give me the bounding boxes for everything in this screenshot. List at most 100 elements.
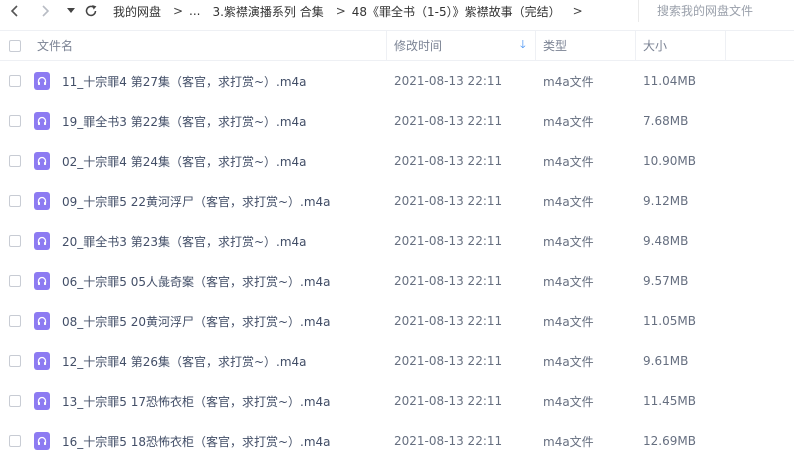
row-checkbox-wrap bbox=[9, 421, 21, 461]
audio-file-icon bbox=[34, 432, 50, 450]
file-size: 9.48MB bbox=[643, 234, 689, 248]
audio-file-icon bbox=[34, 72, 50, 90]
row-checkbox[interactable] bbox=[9, 395, 21, 407]
file-modified-time: 2021-08-13 22:11 bbox=[394, 274, 503, 288]
chevron-left-icon bbox=[10, 5, 18, 17]
row-checkbox[interactable] bbox=[9, 75, 21, 87]
audio-file-icon-wrap bbox=[34, 181, 50, 221]
file-list: 11_十宗罪4 第27集（客官，求打赏~）.m4a 2021-08-13 22:… bbox=[0, 61, 794, 461]
audio-file-icon bbox=[34, 232, 50, 250]
select-all-checkbox[interactable] bbox=[9, 39, 21, 52]
row-checkbox[interactable] bbox=[9, 235, 21, 247]
file-type: m4a文件 bbox=[543, 434, 594, 449]
file-modified-time: 2021-08-13 22:11 bbox=[394, 234, 503, 248]
file-row[interactable]: 16_十宗罪5 18恐怖衣柜（客官，求打赏~）.m4a 2021-08-13 2… bbox=[0, 421, 794, 461]
file-modified-time: 2021-08-13 22:11 bbox=[394, 74, 503, 88]
column-divider bbox=[535, 31, 536, 60]
file-type: m4a文件 bbox=[543, 274, 594, 289]
file-row[interactable]: 20_罪全书3 第23集（客官，求打赏~）.m4a 2021-08-13 22:… bbox=[0, 221, 794, 261]
file-row[interactable]: 06_十宗罪5 05人彘奇案（客官，求打赏~）.m4a 2021-08-13 2… bbox=[0, 261, 794, 301]
audio-file-icon-wrap bbox=[34, 381, 50, 421]
file-row[interactable]: 02_十宗罪4 第24集（客官，求打赏~）.m4a 2021-08-13 22:… bbox=[0, 141, 794, 181]
search-box bbox=[638, 0, 794, 22]
file-type: m4a文件 bbox=[543, 194, 594, 209]
sort-desc-arrow-icon[interactable]: 🡓 bbox=[520, 31, 526, 60]
file-name[interactable]: 02_十宗罪4 第24集（客官，求打赏~）.m4a bbox=[62, 141, 307, 181]
audio-file-icon-wrap bbox=[34, 61, 50, 101]
audio-file-icon-wrap bbox=[34, 341, 50, 381]
file-name[interactable]: 09_十宗罪5 22黄河浮尸（客官，求打赏~）.m4a bbox=[62, 181, 331, 221]
column-header-time[interactable]: 修改时间 bbox=[394, 31, 442, 60]
file-row[interactable]: 08_十宗罪5 20黄河浮尸（客官，求打赏~）.m4a 2021-08-13 2… bbox=[0, 301, 794, 341]
audio-file-icon bbox=[34, 152, 50, 170]
row-checkbox-wrap bbox=[9, 261, 21, 301]
row-checkbox-wrap bbox=[9, 141, 21, 181]
file-name[interactable]: 20_罪全书3 第23集（客官，求打赏~）.m4a bbox=[62, 221, 307, 261]
search-input[interactable] bbox=[657, 4, 787, 18]
breadcrumb-item-ellipsis[interactable]: ... bbox=[189, 4, 200, 18]
file-name[interactable]: 08_十宗罪5 20黄河浮尸（客官，求打赏~）.m4a bbox=[62, 301, 331, 341]
audio-file-icon bbox=[34, 392, 50, 410]
chevron-right-icon bbox=[42, 5, 50, 17]
row-checkbox-wrap bbox=[9, 381, 21, 421]
file-row[interactable]: 19_罪全书3 第22集（客官，求打赏~）.m4a 2021-08-13 22:… bbox=[0, 101, 794, 141]
breadcrumb-item-root[interactable]: 我的网盘 bbox=[113, 3, 161, 20]
row-checkbox[interactable] bbox=[9, 275, 21, 287]
file-size: 10.90MB bbox=[643, 154, 696, 168]
breadcrumb-separator-icon: > bbox=[335, 4, 346, 18]
file-modified-time: 2021-08-13 22:11 bbox=[394, 114, 503, 128]
file-modified-time: 2021-08-13 22:11 bbox=[394, 434, 503, 448]
file-name[interactable]: 11_十宗罪4 第27集（客官，求打赏~）.m4a bbox=[62, 61, 307, 101]
audio-file-icon-wrap bbox=[34, 141, 50, 181]
file-size: 9.57MB bbox=[643, 274, 689, 288]
file-name[interactable]: 16_十宗罪5 18恐怖衣柜（客官，求打赏~）.m4a bbox=[62, 421, 331, 461]
file-size: 12.69MB bbox=[643, 434, 696, 448]
row-checkbox-wrap bbox=[9, 341, 21, 381]
row-checkbox[interactable] bbox=[9, 435, 21, 447]
file-modified-time: 2021-08-13 22:11 bbox=[394, 194, 503, 208]
refresh-icon bbox=[85, 5, 97, 17]
row-checkbox[interactable] bbox=[9, 195, 21, 207]
file-size: 7.68MB bbox=[643, 114, 689, 128]
breadcrumb-separator-icon: > bbox=[173, 4, 184, 18]
breadcrumb-item-current[interactable]: 48《罪全书（1-5）》紫襟故事（完结） bbox=[352, 3, 561, 20]
file-modified-time: 2021-08-13 22:11 bbox=[394, 354, 503, 368]
row-checkbox-wrap bbox=[9, 181, 21, 221]
column-header-name[interactable]: 文件名 bbox=[37, 31, 73, 60]
row-checkbox-wrap bbox=[9, 301, 21, 341]
back-button[interactable] bbox=[6, 2, 24, 20]
audio-file-icon bbox=[34, 312, 50, 330]
file-row[interactable]: 11_十宗罪4 第27集（客官，求打赏~）.m4a 2021-08-13 22:… bbox=[0, 61, 794, 101]
top-bar: 我的网盘 > ... > 3.紫襟演播系列 合集 > 48《罪全书（1-5）》紫… bbox=[0, 0, 794, 22]
file-row[interactable]: 12_十宗罪4 第26集（客官，求打赏~）.m4a 2021-08-13 22:… bbox=[0, 341, 794, 381]
file-type: m4a文件 bbox=[543, 234, 594, 249]
file-size: 9.61MB bbox=[643, 354, 689, 368]
file-modified-time: 2021-08-13 22:11 bbox=[394, 154, 503, 168]
file-row[interactable]: 09_十宗罪5 22黄河浮尸（客官，求打赏~）.m4a 2021-08-13 2… bbox=[0, 181, 794, 221]
history-dropdown-button[interactable] bbox=[62, 2, 80, 20]
audio-file-icon bbox=[34, 112, 50, 130]
file-name[interactable]: 13_十宗罪5 17恐怖衣柜（客官，求打赏~）.m4a bbox=[62, 381, 331, 421]
file-name[interactable]: 06_十宗罪5 05人彘奇案（客官，求打赏~）.m4a bbox=[62, 261, 331, 301]
audio-file-icon-wrap bbox=[34, 101, 50, 141]
file-size: 11.45MB bbox=[643, 394, 696, 408]
row-checkbox[interactable] bbox=[9, 315, 21, 327]
breadcrumb-item-collection[interactable]: 3.紫襟演播系列 合集 bbox=[212, 3, 323, 20]
column-divider bbox=[386, 31, 387, 60]
forward-button[interactable] bbox=[36, 2, 54, 20]
row-checkbox[interactable] bbox=[9, 155, 21, 167]
audio-file-icon-wrap bbox=[34, 261, 50, 301]
file-modified-time: 2021-08-13 22:11 bbox=[394, 314, 503, 328]
file-row[interactable]: 13_十宗罪5 17恐怖衣柜（客官，求打赏~）.m4a 2021-08-13 2… bbox=[0, 381, 794, 421]
file-name[interactable]: 12_十宗罪4 第26集（客官，求打赏~）.m4a bbox=[62, 341, 307, 381]
column-header-type[interactable]: 类型 bbox=[543, 31, 567, 60]
column-header-size[interactable]: 大小 bbox=[643, 31, 667, 60]
column-divider bbox=[725, 31, 726, 60]
audio-file-icon bbox=[34, 352, 50, 370]
refresh-button[interactable] bbox=[82, 2, 100, 20]
row-checkbox[interactable] bbox=[9, 115, 21, 127]
file-list-header: 文件名 修改时间 🡓 类型 大小 bbox=[0, 30, 794, 61]
row-checkbox-wrap bbox=[9, 221, 21, 261]
file-name[interactable]: 19_罪全书3 第22集（客官，求打赏~）.m4a bbox=[62, 101, 307, 141]
row-checkbox[interactable] bbox=[9, 355, 21, 367]
